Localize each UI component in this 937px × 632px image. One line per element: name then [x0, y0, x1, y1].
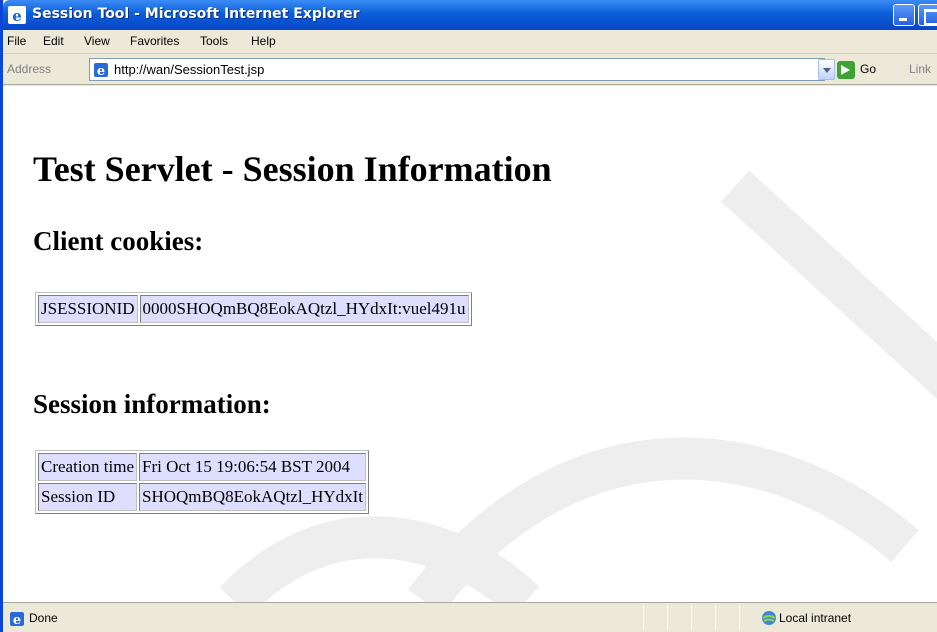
address-bar: Address e http://wan/SessionTest.jsp Go …	[3, 55, 937, 85]
address-label: Address	[7, 62, 52, 76]
session-value-cell: Fri Oct 15 19:06:54 BST 2004	[139, 453, 367, 481]
menu-bar: File Edit View Favorites Tools Help	[3, 30, 937, 54]
status-text: Done	[29, 611, 58, 625]
address-dropdown-button[interactable]	[818, 59, 835, 80]
session-name-cell: Session ID	[38, 483, 138, 511]
minimize-button[interactable]	[893, 4, 915, 26]
session-name-cell: Creation time	[38, 453, 138, 481]
title-bar[interactable]: e Session Tool - Microsoft Internet Expl…	[3, 0, 937, 30]
status-divider	[691, 606, 692, 630]
cookie-name-cell: JSESSIONID	[38, 295, 138, 323]
menu-favorites[interactable]: Favorites	[130, 34, 179, 48]
address-input[interactable]: e http://wan/SessionTest.jsp	[89, 58, 825, 81]
security-zone-label: Local intranet	[779, 611, 852, 625]
svg-text:e: e	[13, 613, 21, 627]
local-intranet-icon	[762, 611, 776, 625]
session-table: Creation time Fri Oct 15 19:06:54 BST 20…	[35, 450, 370, 514]
menu-view[interactable]: View	[84, 34, 110, 48]
address-url: http://wan/SessionTest.jsp	[114, 62, 265, 77]
status-divider	[667, 606, 668, 630]
page-content: Test Servlet - Session Information Clien…	[3, 86, 937, 602]
menu-tools[interactable]: Tools	[200, 34, 228, 48]
cookies-heading: Client cookies:	[33, 226, 204, 256]
table-row: JSESSIONID 0000SHOQmBQ8EokAQtzl_HYdxIt:v…	[38, 295, 469, 323]
links-label[interactable]: Link	[909, 62, 931, 76]
page-title: Test Servlet - Session Information	[33, 149, 552, 189]
ie-icon: e	[8, 6, 26, 24]
status-divider	[715, 606, 716, 630]
ie-page-icon: e	[94, 63, 108, 78]
browser-window: e Session Tool - Microsoft Internet Expl…	[0, 0, 937, 632]
session-heading: Session information:	[33, 389, 271, 419]
go-button[interactable]: Go	[860, 62, 876, 76]
status-divider	[739, 606, 740, 630]
status-bar: e Done Local intranet	[3, 602, 937, 632]
svg-text:e: e	[97, 64, 105, 78]
go-arrow-icon[interactable]	[837, 61, 855, 79]
ie-page-icon: e	[10, 612, 24, 627]
menu-edit[interactable]: Edit	[43, 34, 64, 48]
menu-file[interactable]: File	[7, 34, 26, 48]
cookies-table: JSESSIONID 0000SHOQmBQ8EokAQtzl_HYdxIt:v…	[35, 292, 472, 326]
cookie-value-cell: 0000SHOQmBQ8EokAQtzl_HYdxIt:vuel491u	[139, 295, 469, 323]
svg-text:e: e	[12, 7, 22, 24]
menu-help[interactable]: Help	[251, 34, 276, 48]
table-row: Session ID SHOQmBQ8EokAQtzl_HYdxIt	[38, 483, 367, 511]
window-title: Session Tool - Microsoft Internet Explor…	[32, 6, 360, 22]
table-row: Creation time Fri Oct 15 19:06:54 BST 20…	[38, 453, 367, 481]
session-value-cell: SHOQmBQ8EokAQtzl_HYdxIt	[139, 483, 367, 511]
maximize-button[interactable]	[918, 4, 937, 26]
status-divider	[643, 606, 644, 630]
